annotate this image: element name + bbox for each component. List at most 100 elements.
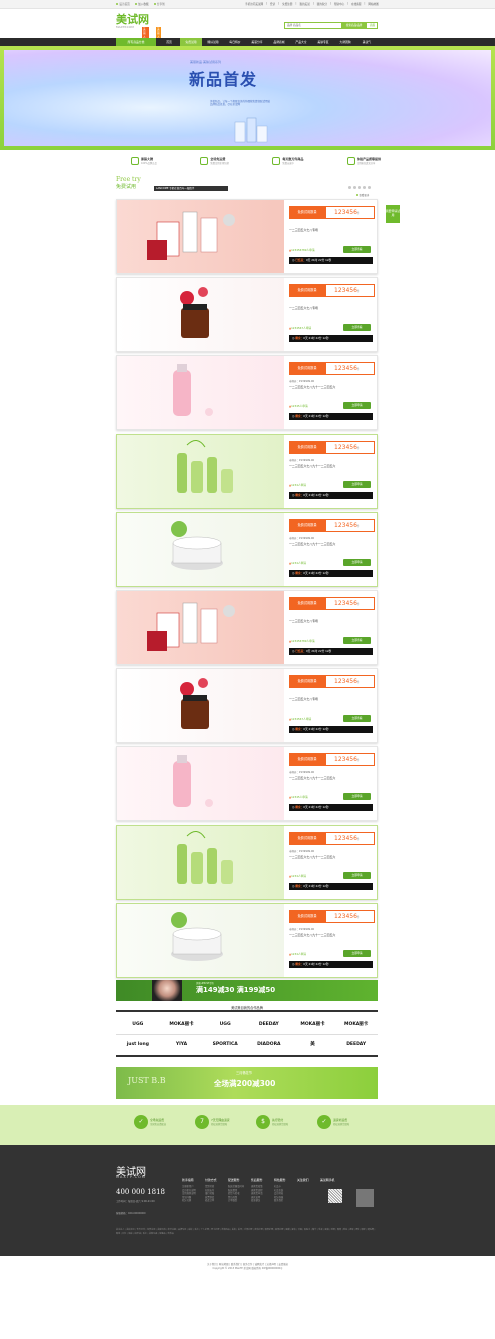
topbar-link[interactable]: 网站地图 xyxy=(368,2,378,6)
apply-button[interactable]: 立即申请 xyxy=(343,871,371,879)
footer-link[interactable]: 联系我们 xyxy=(274,1199,297,1203)
product-image[interactable] xyxy=(117,903,284,977)
topbar-link[interactable]: 登录 xyxy=(270,2,275,6)
product-image[interactable] xyxy=(117,825,284,899)
nav-item[interactable]: 首页 xyxy=(158,38,180,46)
footer-link[interactable]: 修改订单 xyxy=(205,1199,228,1203)
topbar-link[interactable]: 我的美试 xyxy=(299,2,309,6)
product-title[interactable]: 一二三四五六七八专场 xyxy=(289,619,318,623)
trial-product-card[interactable]: 免费试用数量 123456件 一二三四五六七八专场 ▲1234567人申请 立即查看 ◷ … xyxy=(116,668,378,744)
trial-product-card[interactable]: 免费试用数量 123456件 市场价：¥139999.00 一二三四五六七八九十一二三… xyxy=(116,511,378,587)
trial-product-card[interactable]: 免费试用数量 123456件 市场价：¥139999.00 一二三四五六七八九十一二三… xyxy=(116,902,378,978)
nav-item[interactable]: 免费试用 xyxy=(180,38,202,46)
banner-page-dot[interactable] xyxy=(348,186,351,189)
product-image[interactable] xyxy=(117,278,284,352)
brand-logo[interactable]: UGG xyxy=(203,1015,247,1035)
banner-page-dot[interactable] xyxy=(358,186,361,189)
brand-logo[interactable]: 美 xyxy=(291,1035,335,1055)
product-title[interactable]: 一二三四五六七八九十一二三四五六 xyxy=(289,542,335,546)
product-image[interactable] xyxy=(117,356,284,430)
trial-product-card[interactable]: 免费试用数量 123456件 市场价：¥139999.00 一二三四五六七八九十一二三… xyxy=(116,433,378,509)
brand-logo[interactable]: SPORTICA xyxy=(203,1035,247,1055)
brand-logo[interactable]: MOKA丽卡 xyxy=(159,1015,204,1035)
apply-button[interactable]: 立即申请 xyxy=(343,949,371,957)
nav-item[interactable]: 品牌商城 xyxy=(268,38,290,46)
banner-page-dot[interactable] xyxy=(368,186,371,189)
product-title[interactable]: 一二三四五六七八九十一二三四五六 xyxy=(289,855,335,859)
product-title[interactable]: 一二三四五六七八九十一二三四五六 xyxy=(289,464,335,468)
brand-logo[interactable]: MOKA丽卡 xyxy=(290,1015,335,1035)
product-image[interactable] xyxy=(117,591,284,664)
nav-item[interactable]: 美丽分享 xyxy=(246,38,268,46)
product-title[interactable]: 一二三四五六七八专场 xyxy=(289,697,318,701)
footer-link[interactable]: 投诉建议 xyxy=(251,1199,274,1203)
product-title[interactable]: 一二三四五六七八九十一二三四五六 xyxy=(289,385,335,389)
trial-product-card[interactable]: 免费试用数量 123456件 一二三四五六七八专场 ▲1234567人申请 立即查看 ◷ … xyxy=(116,277,378,353)
nav-item[interactable]: 产品大全 xyxy=(290,38,312,46)
nav-item[interactable]: 每日特价 xyxy=(224,38,246,46)
product-image[interactable] xyxy=(117,434,284,508)
apply-button[interactable]: 立即查看 xyxy=(343,715,371,723)
brand-logo[interactable]: just long xyxy=(116,1035,160,1055)
apply-button[interactable]: 立即申请 xyxy=(343,402,371,410)
brand-logo[interactable]: YIYA xyxy=(160,1035,204,1055)
topbar-left-item[interactable]: 加入收藏 xyxy=(134,2,149,6)
banner-page-dot[interactable] xyxy=(363,186,366,189)
banner-page-dot[interactable] xyxy=(353,186,356,189)
advanced-search-link[interactable]: 高级 xyxy=(368,23,377,28)
brand-logo[interactable]: DEEDAY xyxy=(247,1015,291,1035)
apply-button[interactable]: 立即查看 xyxy=(343,324,371,332)
topbar-link[interactable]: 帮助中心 xyxy=(334,2,344,6)
search-input[interactable] xyxy=(285,23,341,28)
product-image[interactable] xyxy=(117,669,284,743)
nav-item[interactable]: 爆好试用 xyxy=(202,38,224,46)
nav-item[interactable]: 美试气 xyxy=(356,38,378,46)
trial-count-number: 123456 xyxy=(334,600,357,607)
trial-product-card[interactable]: 免费试用数量 123456件 市场价：¥139999.00 一二三四五六七八九十一二三… xyxy=(116,824,378,900)
brand-promo-strip[interactable]: LANCOME 专柜在售百年一瓶精华 xyxy=(154,186,228,191)
product-image[interactable] xyxy=(117,512,284,586)
brand-logo[interactable]: DEEDAY xyxy=(334,1035,378,1055)
product-image[interactable] xyxy=(117,200,284,273)
trial-count-value: 123456件 xyxy=(325,362,375,376)
apply-button[interactable]: 立即申请 xyxy=(343,558,371,566)
apply-button[interactable]: 立即查看 xyxy=(343,246,371,253)
hero-banner[interactable]: 美丽新品·美肤试用系列 新品首发 美妆新品，让每一个想要变美的你都能免费领取试用… xyxy=(0,46,495,189)
trial-product-card[interactable]: 免费试用数量 123456件 一二三四五六七八专场 ▲123456789人申请 立即查看… xyxy=(116,199,378,274)
trial-product-card[interactable]: 免费试用数量 123456件 市场价：¥139999.00 一二三四五六七八九十一二三… xyxy=(116,355,378,431)
trial-count-value: 123456件 xyxy=(325,675,375,689)
category-menu-button[interactable]: 所有商品分类 xyxy=(116,38,156,46)
footer-link[interactable]: 积分兑换 xyxy=(182,1199,205,1203)
search-button[interactable]: 搜索商品/品牌 xyxy=(341,23,367,28)
more-link[interactable]: 查看更多 xyxy=(356,193,369,197)
trial-product-card[interactable]: 免费试用数量 123456件 市场价：¥139999.00 一二三四五六七八九十一二三… xyxy=(116,746,378,822)
nav-item[interactable]: 美肤专区 xyxy=(312,38,334,46)
product-title[interactable]: 一二三四五六七八专场 xyxy=(289,228,318,232)
promo-banner-1[interactable]: 美肤LIMUSE专场 满149减30 满199减50 xyxy=(116,980,378,1001)
topbar-link[interactable]: 我的积分 xyxy=(317,2,327,6)
topbar-link[interactable]: 在线客服 xyxy=(351,2,361,6)
topbar-link[interactable]: 手机访问美试网 xyxy=(245,2,263,6)
footer-column-title: 配送服务 xyxy=(228,1178,240,1182)
topbar-left-item[interactable]: 分享到 xyxy=(153,2,165,6)
apply-trial-side-button[interactable]: 我要申请试用 xyxy=(386,205,400,223)
product-image[interactable] xyxy=(117,747,284,821)
nav-item[interactable]: 大牌团购 xyxy=(334,38,356,46)
guarantee-icon: $ xyxy=(256,1115,270,1129)
product-title[interactable]: 一二三四五六七八专场 xyxy=(289,306,318,310)
apply-button[interactable]: 立即申请 xyxy=(343,793,371,801)
footer-links[interactable]: 美试达人 | 美妆社区 | 合作伙伴 | 免费试用 | 美容百科 | 积分兑换 … xyxy=(116,1229,378,1236)
promo-banner-2[interactable]: JUST B.B 三月畅花节 全场满200减300 xyxy=(116,1067,378,1099)
topbar-link[interactable]: 免费注册 xyxy=(282,2,292,6)
footer-link[interactable]: 订单跟踪 xyxy=(228,1199,251,1203)
product-title[interactable]: 一二三四五六七八九十一二三四五六 xyxy=(289,776,335,780)
topbar-left-item[interactable]: 设为首页 xyxy=(116,2,130,6)
brand-logo[interactable]: MOKA丽卡 xyxy=(334,1015,378,1035)
apply-button[interactable]: 立即申请 xyxy=(343,480,371,488)
trial-product-card[interactable]: 免费试用数量 123456件 一二三四五六七八专场 ▲123456789人申请 立即查看… xyxy=(116,590,378,665)
brand-logo[interactable]: DIADORA xyxy=(247,1035,291,1055)
site-logo[interactable]: 美试网 MAXTP.COM 美丽人生 美丽人生 xyxy=(116,14,161,43)
product-title[interactable]: 一二三四五六七八九十一二三四五六 xyxy=(289,933,335,937)
brand-logo[interactable]: UGG xyxy=(116,1015,160,1035)
apply-button[interactable]: 立即查看 xyxy=(343,637,371,644)
